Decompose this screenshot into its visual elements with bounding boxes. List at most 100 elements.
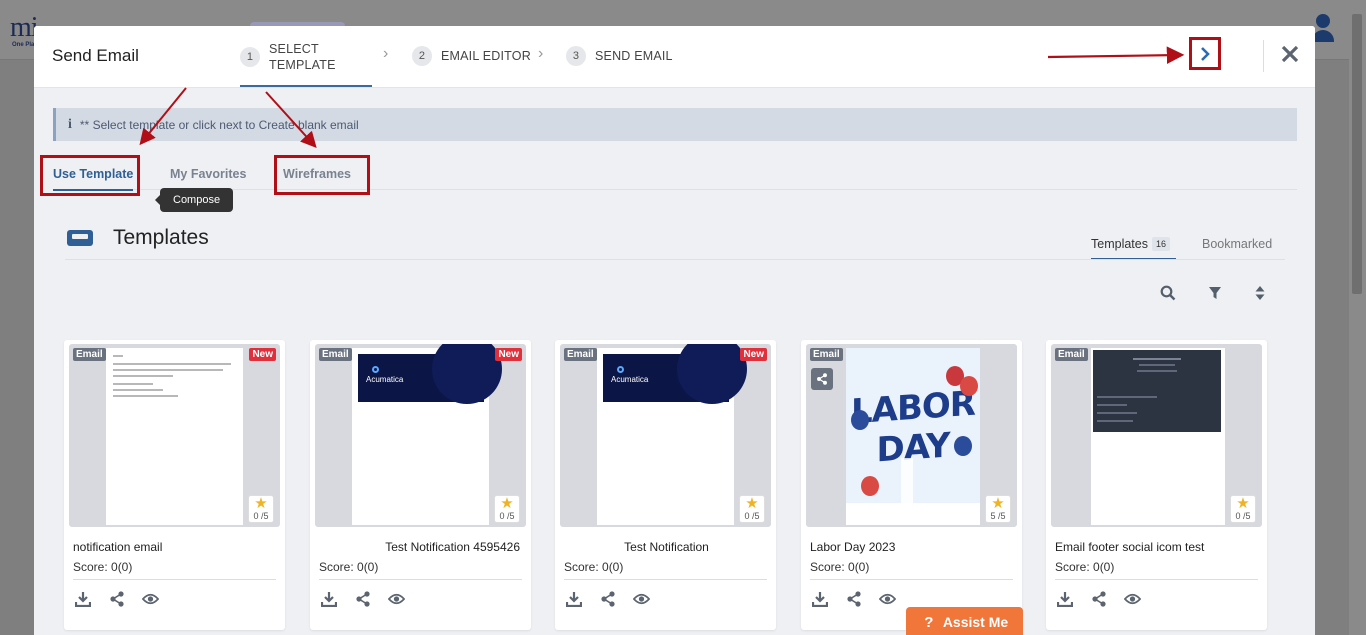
- filter-icon[interactable]: [1205, 283, 1225, 303]
- preview-eye-icon[interactable]: [879, 590, 896, 608]
- labor-day-artwork: LABOR DAY: [851, 383, 975, 471]
- step-number: 2: [412, 46, 432, 66]
- template-name: notification email: [73, 540, 163, 554]
- step-number: 1: [240, 47, 260, 67]
- share-icon[interactable]: [599, 590, 616, 608]
- template-card[interactable]: Email New ★ 0 /5 notification email Score…: [64, 340, 285, 630]
- download-icon[interactable]: [320, 590, 337, 608]
- template-card[interactable]: LABOR DAY Email ★ 5 /5 Labor Day 2023 Sco…: [801, 340, 1022, 630]
- preview-eye-icon[interactable]: [142, 590, 159, 608]
- template-score: Score: 0(0): [73, 560, 133, 574]
- star-icon: ★: [254, 495, 268, 512]
- modal-title: Send Email: [52, 46, 139, 65]
- template-name: Test Notification: [624, 540, 709, 554]
- tab-wireframes[interactable]: Wireframes: [283, 167, 351, 181]
- close-icon: [1281, 45, 1299, 63]
- template-thumbnail[interactable]: LABOR DAY Email ★ 5 /5: [806, 344, 1017, 527]
- page-scrollbar[interactable]: [1349, 0, 1366, 635]
- template-name: Labor Day 2023: [810, 540, 896, 554]
- chevron-right-icon: ›: [383, 45, 389, 62]
- share-icon[interactable]: [845, 590, 862, 608]
- step-label: EMAIL EDITOR: [441, 49, 531, 63]
- template-score: Score: 0(0): [1055, 560, 1115, 574]
- template-score: Score: 0(0): [810, 560, 870, 574]
- template-name: Test Notification 4595426: [385, 540, 520, 554]
- preview-eye-icon[interactable]: [633, 590, 650, 608]
- send-email-modal: Send Email 1 SELECT TEMPLATE › 2 EMAIL E…: [34, 26, 1315, 635]
- star-icon: ★: [500, 495, 514, 512]
- email-type-badge: Email: [1055, 348, 1088, 361]
- rating-widget: ★ 5 /5: [985, 495, 1011, 523]
- tab-templates[interactable]: Templates 16: [1091, 237, 1170, 251]
- rating-widget: ★ 0 /5: [1230, 495, 1256, 523]
- modal-header: Send Email 1 SELECT TEMPLATE › 2 EMAIL E…: [34, 26, 1315, 88]
- download-icon[interactable]: [74, 590, 91, 608]
- template-source-tabs: Use Template My Favorites Wireframes: [53, 154, 1297, 190]
- template-thumbnail[interactable]: Email New ★ 0 /5: [69, 344, 280, 527]
- step-send-email[interactable]: 3 SEND EMAIL: [566, 46, 673, 66]
- tooltip: Compose: [154, 188, 234, 212]
- info-text: ** Select template or click next to Crea…: [79, 117, 359, 132]
- user-icon: [1312, 14, 1334, 42]
- star-icon: ★: [1236, 495, 1250, 512]
- chevron-right-icon: [1201, 46, 1210, 61]
- step-select-template[interactable]: 1 SELECT TEMPLATE: [240, 41, 349, 73]
- tab-my-favorites[interactable]: My Favorites: [170, 167, 246, 181]
- shared-icon: [811, 368, 833, 390]
- search-icon[interactable]: [1158, 283, 1178, 303]
- share-icon[interactable]: [1090, 590, 1107, 608]
- step-email-editor[interactable]: 2 EMAIL EDITOR: [412, 46, 531, 66]
- step-label: SEND EMAIL: [595, 49, 673, 63]
- template-name: Email footer social icom test: [1055, 540, 1205, 554]
- next-step-button[interactable]: [1189, 37, 1221, 70]
- assist-me-label: Assist Me: [942, 614, 1009, 630]
- info-message: i ** Select template or click next to Cr…: [53, 108, 1297, 141]
- tab-use-template[interactable]: Use Template: [53, 167, 133, 181]
- app-logo-tagline: One Pla: [12, 42, 35, 48]
- template-thumbnail[interactable]: Acumatica Email New ★ 0 /5: [560, 344, 771, 527]
- template-thumbnail[interactable]: Acumatica Email New ★ 0 /5: [315, 344, 526, 527]
- email-type-badge: Email: [73, 348, 106, 361]
- template-score: Score: 0(0): [564, 560, 624, 574]
- email-type-badge: Email: [810, 348, 843, 361]
- active-step-underline: [240, 85, 372, 87]
- template-card[interactable]: Acumatica Email New ★ 0 /5 Test Notificat…: [310, 340, 531, 630]
- active-tab-underline: [53, 189, 133, 191]
- step-number: 3: [566, 46, 586, 66]
- star-icon: ★: [991, 495, 1005, 512]
- header-divider: [1263, 40, 1264, 72]
- section-divider: [65, 259, 1285, 260]
- section-title: Templates: [113, 226, 209, 249]
- new-badge: New: [740, 348, 767, 361]
- download-icon[interactable]: [811, 590, 828, 608]
- email-type-badge: Email: [564, 348, 597, 361]
- tab-templates-label: Templates: [1091, 237, 1148, 251]
- download-icon[interactable]: [565, 590, 582, 608]
- new-badge: New: [495, 348, 522, 361]
- info-icon: i: [68, 116, 72, 132]
- sort-icon[interactable]: [1250, 283, 1270, 303]
- preview-eye-icon[interactable]: [388, 590, 405, 608]
- new-badge: New: [249, 348, 276, 361]
- tab-bookmarked[interactable]: Bookmarked: [1202, 237, 1272, 251]
- share-icon[interactable]: [108, 590, 125, 608]
- template-card[interactable]: Acumatica Email New ★ 0 /5 Test Notificat…: [555, 340, 776, 630]
- chevron-right-icon: ›: [538, 45, 544, 62]
- assist-me-button[interactable]: ? Assist Me: [906, 607, 1023, 635]
- help-icon: ?: [924, 613, 934, 631]
- inbox-tray-icon: [67, 230, 93, 246]
- template-score: Score: 0(0): [319, 560, 379, 574]
- email-type-badge: Email: [319, 348, 352, 361]
- rating-widget: ★ 0 /5: [248, 495, 274, 523]
- rating-widget: ★ 0 /5: [739, 495, 765, 523]
- star-icon: ★: [745, 495, 759, 512]
- step-label: SELECT TEMPLATE: [269, 42, 336, 72]
- rating-widget: ★ 0 /5: [494, 495, 520, 523]
- share-icon[interactable]: [354, 590, 371, 608]
- template-thumbnail[interactable]: Email ★ 0 /5: [1051, 344, 1262, 527]
- templates-count-badge: 16: [1151, 237, 1170, 251]
- download-icon[interactable]: [1056, 590, 1073, 608]
- close-button[interactable]: [1278, 40, 1302, 68]
- preview-eye-icon[interactable]: [1124, 590, 1141, 608]
- template-card[interactable]: Email ★ 0 /5 Email footer social icom tes…: [1046, 340, 1267, 630]
